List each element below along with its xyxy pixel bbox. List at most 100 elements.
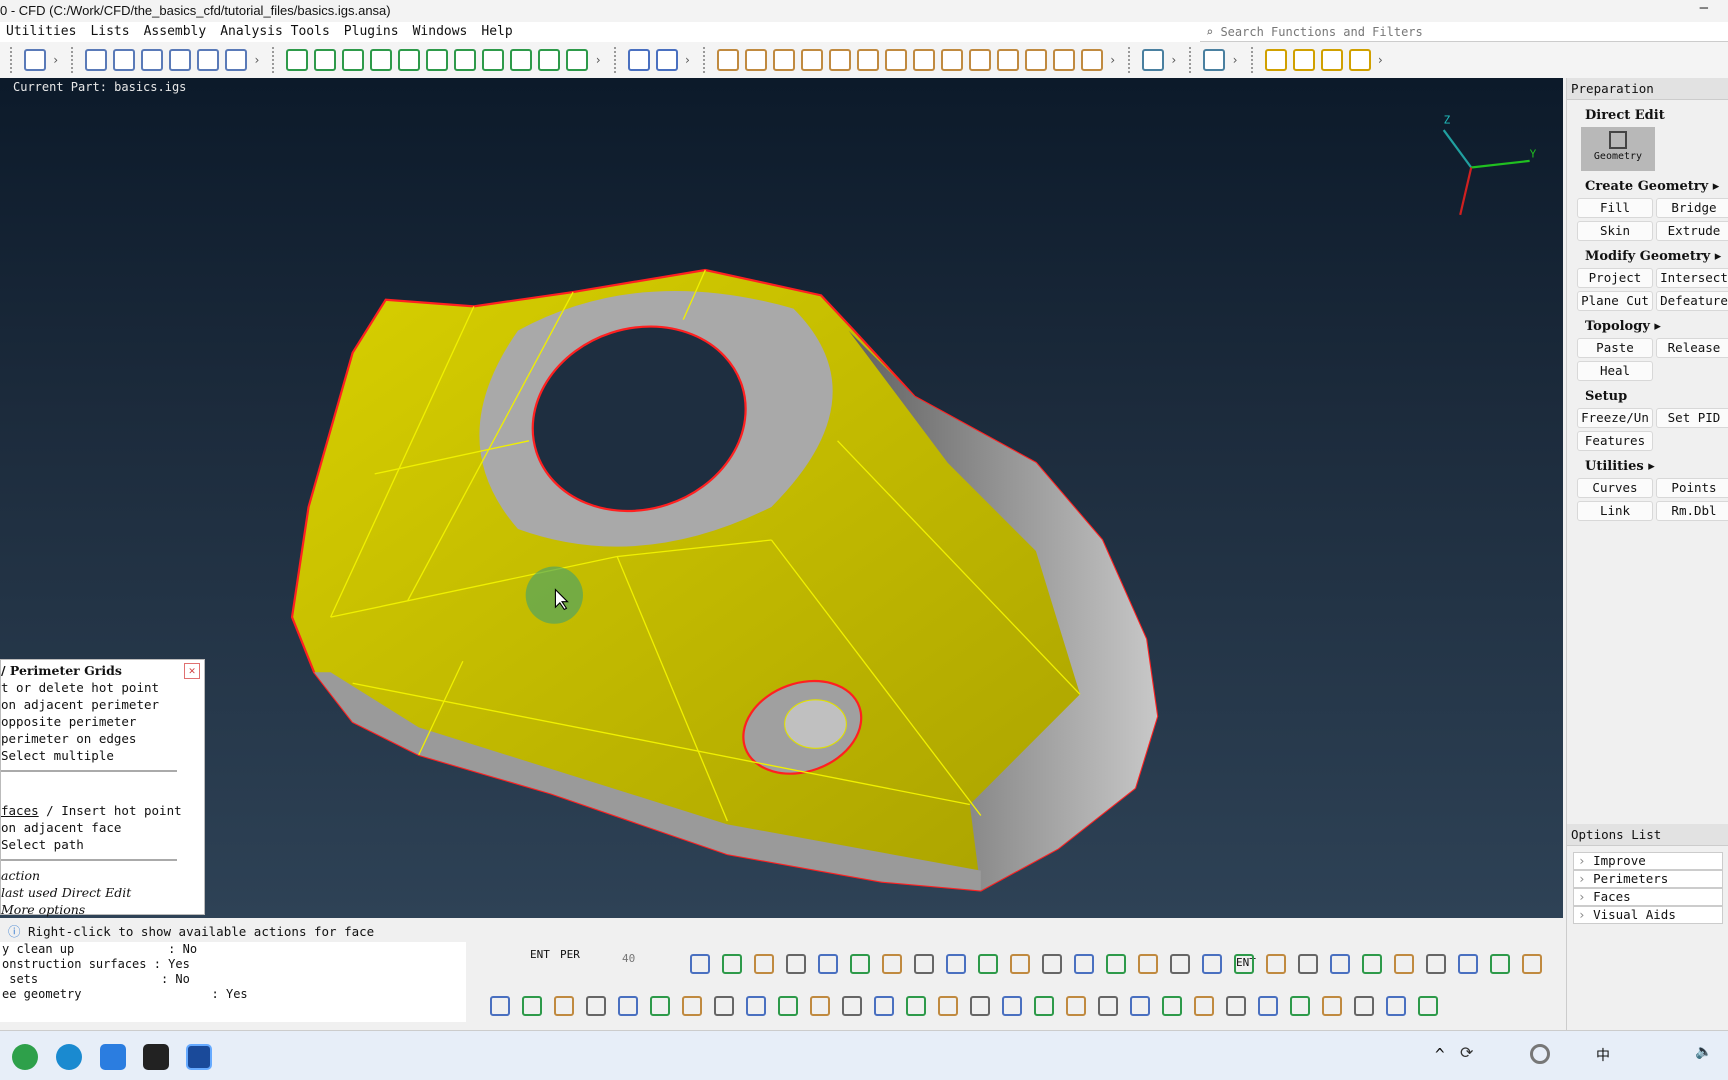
toolbar-tool-icon[interactable] (1290, 996, 1310, 1016)
toolbar-tool-icon[interactable] (716, 49, 739, 71)
toolbar-tool-icon[interactable] (1042, 954, 1062, 974)
toolbar-tool-icon[interactable] (828, 49, 851, 71)
toolbar-tool-icon[interactable] (978, 954, 998, 974)
toolbar-tool-icon[interactable] (490, 996, 510, 1016)
release-button[interactable]: Release (1656, 338, 1728, 358)
link-button[interactable]: Link (1577, 501, 1653, 521)
option-faces[interactable]: › Faces (1573, 888, 1723, 906)
toolbar-tool-icon[interactable] (682, 996, 702, 1016)
skin-button[interactable]: Skin (1577, 221, 1653, 241)
toolbar-tool-icon[interactable] (1052, 49, 1075, 71)
toolbar-tool-icon[interactable] (197, 49, 220, 71)
chevron-right-icon[interactable]: › (52, 53, 59, 67)
chevron-right-icon[interactable]: › (684, 53, 691, 67)
toolbar-tool-icon[interactable] (1458, 954, 1478, 974)
toolbar-tool-icon[interactable] (970, 996, 990, 1016)
option-improve[interactable]: › Improve (1573, 852, 1723, 870)
chevron-right-icon[interactable]: › (594, 53, 601, 67)
toolbar-tool-icon[interactable] (850, 954, 870, 974)
toolbar-tool-icon[interactable] (690, 954, 710, 974)
chevron-right-icon[interactable]: › (1377, 53, 1384, 67)
toolbar-tool-icon[interactable] (1426, 954, 1446, 974)
toolbar-tool-icon[interactable] (655, 49, 678, 71)
toolbar-tool-icon[interactable] (746, 996, 766, 1016)
toolbar-tool-icon[interactable] (522, 996, 542, 1016)
rm-dbl-button[interactable]: Rm.Dbl (1656, 501, 1728, 521)
toolbar-tool-icon[interactable] (1490, 954, 1510, 974)
toolbar-tool-icon[interactable] (1162, 996, 1182, 1016)
freeze-un-button[interactable]: Freeze/Un (1577, 408, 1653, 428)
project-button[interactable]: Project (1577, 268, 1653, 288)
angle-value[interactable]: 40 (622, 952, 635, 965)
bridge-button[interactable]: Bridge (1656, 198, 1728, 218)
toolbar-tool-icon[interactable] (1138, 954, 1158, 974)
toolbar-tool-icon[interactable] (810, 996, 830, 1016)
toolbar-tool-icon[interactable] (882, 954, 902, 974)
toolbar-tool-icon[interactable] (1362, 954, 1382, 974)
toolbar-tool-icon[interactable] (650, 996, 670, 1016)
toolbar-tool-icon[interactable] (1234, 954, 1254, 974)
toolbar-tool-icon[interactable] (1266, 954, 1286, 974)
console-output[interactable]: y clean up : No onstruction surfaces : Ye… (0, 942, 466, 1022)
heal-button[interactable]: Heal (1577, 361, 1653, 381)
toolbar-tool-icon[interactable] (1258, 996, 1278, 1016)
curves-button[interactable]: Curves (1577, 478, 1653, 498)
toolbar-tool-icon[interactable] (1330, 954, 1350, 974)
defeature-button[interactable]: Defeature (1656, 291, 1728, 311)
close-icon[interactable]: ✕ (184, 663, 200, 679)
toolbar-tool-icon[interactable] (566, 49, 589, 71)
toolbar-tool-icon[interactable] (946, 954, 966, 974)
edge-browser-icon[interactable] (56, 1044, 82, 1070)
menu-utilities[interactable]: Utilities (6, 24, 76, 40)
toolbar-tool-icon[interactable] (1010, 954, 1030, 974)
menu-assembly[interactable]: Assembly (144, 24, 207, 40)
toolbar-tool-icon[interactable] (1320, 49, 1343, 71)
toolbar-tool-icon[interactable] (24, 49, 46, 71)
toolbar-tool-icon[interactable] (778, 996, 798, 1016)
chevron-up-icon[interactable]: ^ (1435, 1045, 1445, 1064)
toolbar-tool-icon[interactable] (1226, 996, 1246, 1016)
toolbar-tool-icon[interactable] (510, 49, 533, 71)
features-button[interactable]: Features (1577, 431, 1653, 451)
toolbar-tool-icon[interactable] (1522, 954, 1542, 974)
option-perimeters[interactable]: › Perimeters (1573, 870, 1723, 888)
set-pid-button[interactable]: Set PID (1656, 408, 1728, 428)
toolbar-tool-icon[interactable] (1034, 996, 1054, 1016)
loading-icon[interactable] (1530, 1044, 1550, 1064)
toolbar-tool-icon[interactable] (818, 954, 838, 974)
terminal-icon[interactable] (143, 1044, 169, 1070)
toolbar-tool-icon[interactable] (1203, 49, 1226, 71)
toolbar-tool-icon[interactable] (1386, 996, 1406, 1016)
paste-button[interactable]: Paste (1577, 338, 1653, 358)
toolbar-tool-icon[interactable] (772, 49, 795, 71)
toolbar-tool-icon[interactable] (586, 996, 606, 1016)
ent-filter-button[interactable]: ENT (530, 948, 550, 961)
app-icon[interactable] (12, 1044, 38, 1070)
toolbar-tool-icon[interactable] (912, 49, 935, 71)
menu-windows[interactable]: Windows (413, 24, 468, 40)
toolbar-tool-icon[interactable] (1130, 996, 1150, 1016)
toolbar-tool-icon[interactable] (722, 954, 742, 974)
chevron-right-icon[interactable]: › (253, 53, 260, 67)
menu-lists[interactable]: Lists (90, 24, 129, 40)
menu-help[interactable]: Help (481, 24, 512, 40)
minimize-button[interactable]: – (1700, 0, 1708, 16)
toolbar-tool-icon[interactable] (1194, 996, 1214, 1016)
toolbar-tool-icon[interactable] (627, 49, 650, 71)
toolbar-tool-icon[interactable] (842, 996, 862, 1016)
toolbar-tool-icon[interactable] (1394, 954, 1414, 974)
toolbar-tool-icon[interactable] (1264, 49, 1287, 71)
plane-cut-button[interactable]: Plane Cut (1577, 291, 1653, 311)
faces-link[interactable]: faces (1, 803, 39, 818)
toolbar-tool-icon[interactable] (370, 49, 393, 71)
toolbar-tool-icon[interactable] (426, 49, 449, 71)
toolbar-tool-icon[interactable] (398, 49, 421, 71)
intersect-button[interactable]: Intersect (1656, 268, 1728, 288)
toolbar-tool-icon[interactable] (554, 996, 574, 1016)
toolbar-tool-icon[interactable] (538, 49, 561, 71)
toolbar-tool-icon[interactable] (286, 49, 309, 71)
option-visual-aids[interactable]: › Visual Aids (1573, 906, 1723, 924)
toolbar-tool-icon[interactable] (754, 954, 774, 974)
toolbar-tool-icon[interactable] (874, 996, 894, 1016)
toolbar-tool-icon[interactable] (1024, 49, 1047, 71)
